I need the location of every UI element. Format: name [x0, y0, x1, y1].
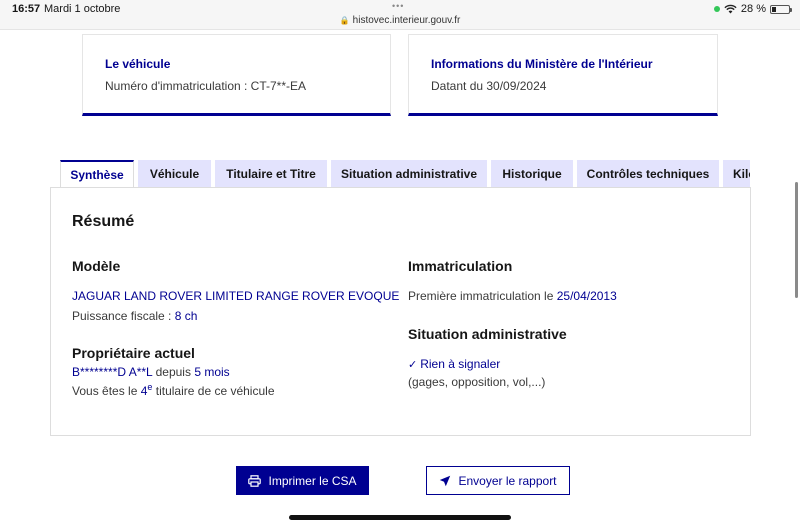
- report-tabs: Synthèse Véhicule Titulaire et Titre Sit…: [60, 160, 750, 188]
- multitasking-dots-icon[interactable]: •••: [392, 1, 404, 11]
- url-text: histovec.interieur.gouv.fr: [352, 15, 461, 26]
- home-indicator[interactable]: [289, 515, 511, 520]
- tab-controles-techniques[interactable]: Contrôles techniques: [577, 160, 719, 188]
- address-bar[interactable]: 🔒 histovec.interieur.gouv.fr: [0, 15, 800, 26]
- model-name: JAGUAR LAND ROVER LIMITED RANGE ROVER EV…: [72, 289, 400, 303]
- print-csa-label: Imprimer le CSA: [268, 473, 357, 488]
- status-bar: 16:57 Mardi 1 octobre ••• 🔒 histovec.inte…: [0, 0, 800, 30]
- summary-heading: Résumé: [72, 213, 135, 230]
- vehicle-card-title: Le véhicule: [105, 57, 171, 71]
- tab-synthese[interactable]: Synthèse: [60, 160, 134, 188]
- battery-percent: 28 %: [740, 3, 766, 15]
- vehicle-info-card: Le véhicule Numéro d'immatriculation : C…: [82, 34, 391, 116]
- fiscal-power-label: Puissance fiscale :: [72, 309, 175, 323]
- tab-situation-administrative[interactable]: Situation administrative: [331, 160, 487, 188]
- battery-icon: [770, 4, 792, 14]
- tab-historique[interactable]: Historique: [491, 160, 573, 188]
- owner-name: B********D A**L: [72, 365, 153, 379]
- first-registration-label: Première immatriculation le: [408, 289, 557, 303]
- owner-line: B********D A**L depuis 5 mois: [72, 365, 230, 379]
- owner-since-value: 5 mois: [194, 365, 230, 379]
- registration-number: Numéro d'immatriculation : CT-7**-EA: [105, 79, 307, 93]
- status-time: 16:57: [12, 3, 41, 15]
- wifi-icon: [724, 4, 737, 14]
- send-report-label: Envoyer le rapport: [458, 473, 557, 488]
- admin-detail: (gages, opposition, vol,...): [408, 375, 546, 389]
- check-icon: ✓: [408, 359, 418, 371]
- owner-heading: Propriétaire actuel: [72, 345, 195, 361]
- admin-heading: Situation administrative: [408, 326, 567, 342]
- first-registration-date: 25/04/2013: [556, 289, 617, 303]
- scroll-indicator[interactable]: [795, 182, 798, 298]
- tab-titulaire[interactable]: Titulaire et Titre: [215, 160, 327, 188]
- owner-rank-prefix: Vous êtes le: [72, 384, 141, 398]
- registration-heading: Immatriculation: [408, 258, 513, 274]
- status-date: Mardi 1 octobre: [44, 3, 121, 15]
- admin-status: ✓ Rien à signaler: [408, 357, 500, 371]
- tab-kilometrage[interactable]: Kilométrage: [723, 160, 750, 188]
- printer-icon: [248, 474, 262, 487]
- fiscal-power-value: 8 ch: [174, 309, 198, 323]
- first-registration: Première immatriculation le 25/04/2013: [408, 289, 617, 303]
- owner-rank-rest: titulaire de ce véhicule: [152, 384, 275, 398]
- status-indicators: 28 %: [713, 3, 792, 15]
- model-heading: Modèle: [72, 258, 121, 274]
- tab-vehicule[interactable]: Véhicule: [138, 160, 211, 188]
- camera-in-use-icon: [713, 6, 720, 12]
- print-csa-button[interactable]: Imprimer le CSA: [236, 466, 369, 495]
- fiscal-power: Puissance fiscale : 8 ch: [72, 309, 197, 323]
- admin-status-text: Rien à signaler: [420, 357, 501, 371]
- ministry-card-title: Informations du Ministère de l'Intérieur: [431, 57, 653, 71]
- data-date: Datant du 30/09/2024: [431, 79, 547, 93]
- lock-icon: 🔒: [339, 16, 350, 25]
- owner-rank: Vous êtes le 4e titulaire de ce véhicule: [72, 382, 275, 398]
- send-icon: [440, 475, 451, 486]
- ministry-info-card: Informations du Ministère de l'Intérieur…: [408, 34, 718, 116]
- send-report-button[interactable]: Envoyer le rapport: [426, 466, 570, 495]
- owner-since-label: depuis: [152, 365, 195, 379]
